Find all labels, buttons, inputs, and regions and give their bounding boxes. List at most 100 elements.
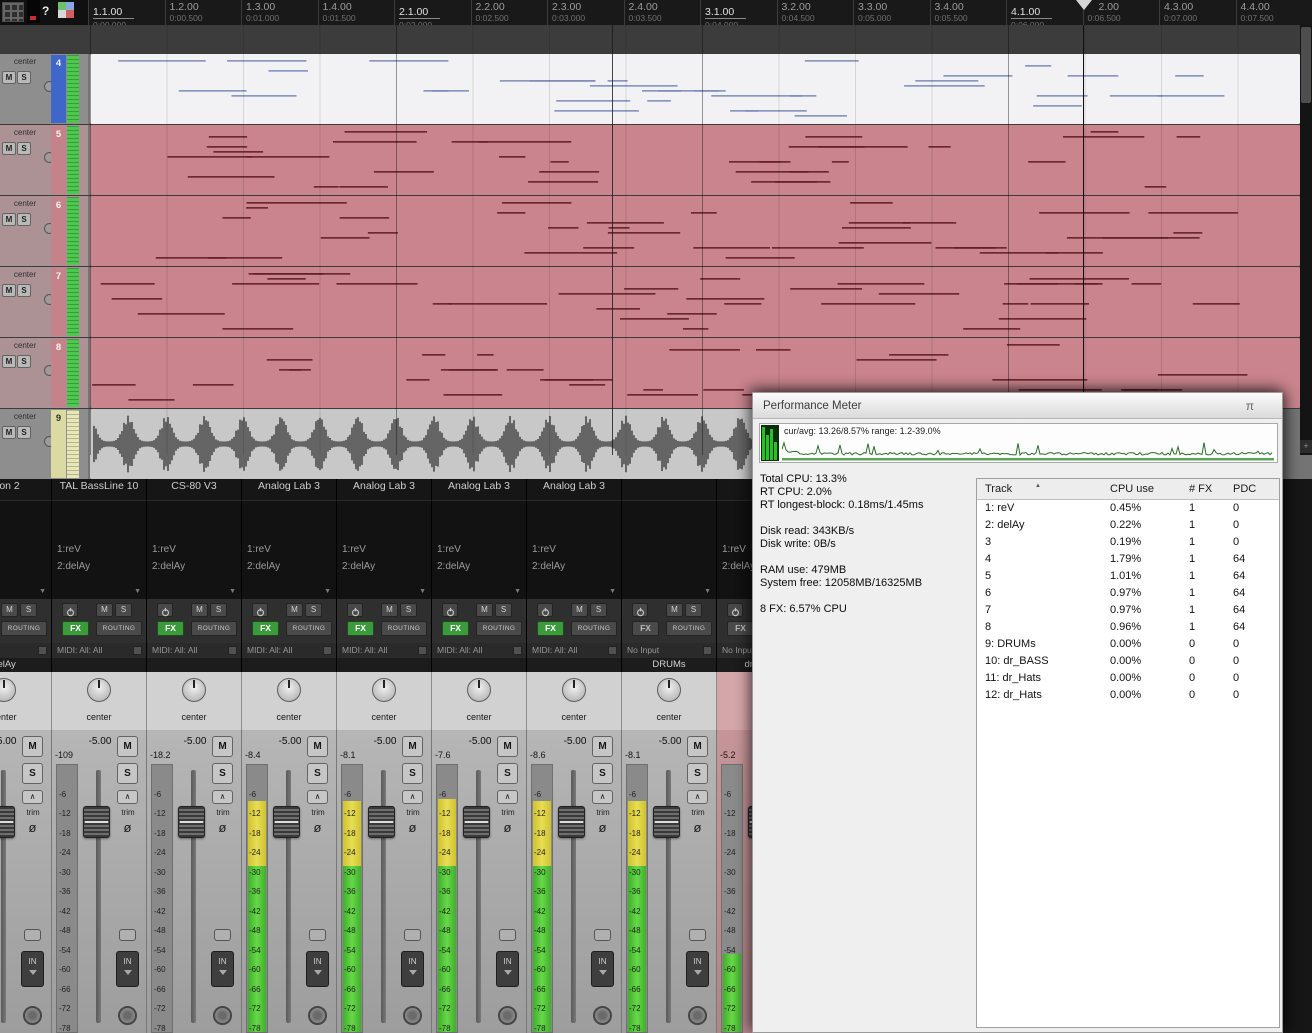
solo-button[interactable]: S <box>590 603 607 617</box>
phase-button[interactable]: ø <box>22 819 43 838</box>
strip-mute-button[interactable]: M <box>307 736 328 757</box>
routing-button[interactable]: ROUTING <box>191 621 237 636</box>
input-selector[interactable]: MIDI: All: All <box>242 643 337 658</box>
fx-slot[interactable] <box>0 541 51 558</box>
ruler-cell[interactable]: 3.3.00 0:05.000 <box>853 0 930 25</box>
perf-table-row[interactable]: 12: dr_Hats 0.00% 0 0 <box>977 687 1279 704</box>
input-selector[interactable]: No Input <box>622 643 717 658</box>
ruler-cell[interactable]: 4.4.00 0:07.500 <box>1236 0 1312 25</box>
perf-table-row[interactable]: 1: reV 0.45% 1 0 <box>977 500 1279 517</box>
track-panel[interactable]: center M S 6 <box>0 196 88 266</box>
strip-record-arm-button[interactable] <box>688 1006 707 1025</box>
track-panel[interactable]: center M S 5 <box>0 125 88 195</box>
track-name[interactable]: delAy <box>0 658 52 672</box>
track-color-badge[interactable]: 5 <box>51 126 66 194</box>
input-selector[interactable]: MIDI: All: All <box>52 643 147 658</box>
routing-button[interactable]: ROUTING <box>476 621 522 636</box>
mute-button[interactable]: M <box>571 603 588 617</box>
vscroll-thumb[interactable] <box>1301 27 1311 103</box>
fx-list[interactable]: 1:reV 2:delAy ▼ <box>337 500 432 599</box>
perf-table-row[interactable]: 4 1.79% 1 64 <box>977 551 1279 568</box>
help-icon[interactable]: ? <box>42 4 49 18</box>
timeline-ruler[interactable]: ? 1.1.00 0:00.000 1.2.00 0:00.500 1.3.00… <box>0 0 1312 25</box>
fold-button[interactable]: ∧ <box>117 790 138 804</box>
fx-list[interactable]: ▼ <box>622 500 717 599</box>
fx-button[interactable]: FX <box>62 621 89 636</box>
ruler-cell[interactable]: 1.4.00 0:01.500 <box>318 0 395 25</box>
fader-handle[interactable] <box>463 806 490 838</box>
fx-slot[interactable]: 2:delAy <box>527 558 621 575</box>
mute-button[interactable]: M <box>666 603 683 617</box>
fx-list[interactable]: 1:reV 2:delAy ▼ <box>52 500 147 599</box>
solo-button[interactable]: S <box>305 603 322 617</box>
track-mute-button[interactable]: M <box>2 426 16 439</box>
screenset-icon[interactable] <box>58 2 74 18</box>
width-button[interactable] <box>119 929 136 941</box>
fx-slot[interactable]: 2:delAy <box>242 558 336 575</box>
fx-slot[interactable]: 1:reV <box>432 541 526 558</box>
input-selector[interactable]: MIDI: All: All <box>527 643 622 658</box>
track-name[interactable] <box>432 658 527 672</box>
ruler-cell[interactable]: 4.1.00 0:06.000 <box>1006 0 1083 25</box>
fx-slot[interactable]: 1:reV <box>52 541 146 558</box>
fx-slot[interactable]: 1:reV <box>527 541 621 558</box>
track-color-badge[interactable]: 8 <box>51 339 66 407</box>
track-panel[interactable]: center M S 4 <box>0 54 88 124</box>
fx-dropdown-icon[interactable]: ▼ <box>704 588 711 595</box>
track-name[interactable]: DRUMs <box>622 658 717 672</box>
fx-power-button[interactable] <box>442 603 458 617</box>
ruler-cell[interactable]: 2.2.00 0:02.500 <box>471 0 548 25</box>
input-gain-button[interactable]: IN <box>211 951 234 987</box>
track-color-badge[interactable]: 7 <box>51 268 66 336</box>
input-monitor-icon[interactable] <box>38 646 47 655</box>
strip-mute-button[interactable]: M <box>687 736 708 757</box>
fold-button[interactable]: ∧ <box>497 790 518 804</box>
ruler-cells[interactable]: 1.1.00 0:00.000 1.2.00 0:00.500 1.3.00 0… <box>88 0 1312 25</box>
input-gain-button[interactable]: IN <box>116 951 139 987</box>
media-item[interactable] <box>90 125 1300 195</box>
strip-mute-button[interactable]: M <box>497 736 518 757</box>
fx-dropdown-icon[interactable]: ▼ <box>39 588 46 595</box>
fader-handle[interactable] <box>273 806 300 838</box>
fx-dropdown-icon[interactable]: ▼ <box>514 588 521 595</box>
track-solo-button[interactable]: S <box>17 355 31 368</box>
track-solo-button[interactable]: S <box>17 426 31 439</box>
strip-solo-button[interactable]: S <box>117 763 138 784</box>
ruler-cell[interactable]: 1.2.00 0:00.500 <box>165 0 242 25</box>
strip-mute-button[interactable]: M <box>212 736 233 757</box>
ruler-cell[interactable]: 3.1.00 0:04.000 <box>700 0 777 25</box>
pan-knob[interactable] <box>0 678 16 702</box>
width-button[interactable] <box>214 929 231 941</box>
input-gain-button[interactable]: IN <box>401 951 424 987</box>
mute-button[interactable]: M <box>96 603 113 617</box>
input-monitor-icon[interactable] <box>418 646 427 655</box>
vertical-scrollbar[interactable]: + <box>1300 25 1312 455</box>
ruler-cell[interactable]: 1.1.00 0:00.000 <box>88 0 165 25</box>
strip-solo-button[interactable]: S <box>497 763 518 784</box>
perf-table-row[interactable]: 2: delAy 0.22% 1 0 <box>977 517 1279 534</box>
strip-record-arm-button[interactable] <box>23 1006 42 1025</box>
ruler-cell[interactable]: 2.1.00 0:02.000 <box>394 0 471 25</box>
strip-solo-button[interactable]: S <box>22 763 43 784</box>
strip-record-arm-button[interactable] <box>593 1006 612 1025</box>
strip-solo-button[interactable]: S <box>307 763 328 784</box>
track-name[interactable] <box>527 658 622 672</box>
phase-button[interactable]: ø <box>307 819 328 838</box>
fx-button[interactable]: FX <box>442 621 469 636</box>
fx-slot[interactable]: 1:reV <box>242 541 336 558</box>
routing-button[interactable]: ROUTING <box>571 621 617 636</box>
input-monitor-icon[interactable] <box>323 646 332 655</box>
perf-table-row[interactable]: 10: dr_BASS 0.00% 0 0 <box>977 653 1279 670</box>
input-monitor-icon[interactable] <box>513 646 522 655</box>
solo-button[interactable]: S <box>685 603 702 617</box>
fx-button[interactable]: FX <box>157 621 184 636</box>
routing-button[interactable]: ROUTING <box>96 621 142 636</box>
track-solo-button[interactable]: S <box>17 142 31 155</box>
perf-table-row[interactable]: 7 0.97% 1 64 <box>977 602 1279 619</box>
solo-button[interactable]: S <box>115 603 132 617</box>
fx-slot[interactable]: 2:delAy <box>432 558 526 575</box>
strip-mute-button[interactable]: M <box>592 736 613 757</box>
solo-button[interactable]: S <box>495 603 512 617</box>
track-mute-button[interactable]: M <box>2 142 16 155</box>
strip-mute-button[interactable]: M <box>402 736 423 757</box>
